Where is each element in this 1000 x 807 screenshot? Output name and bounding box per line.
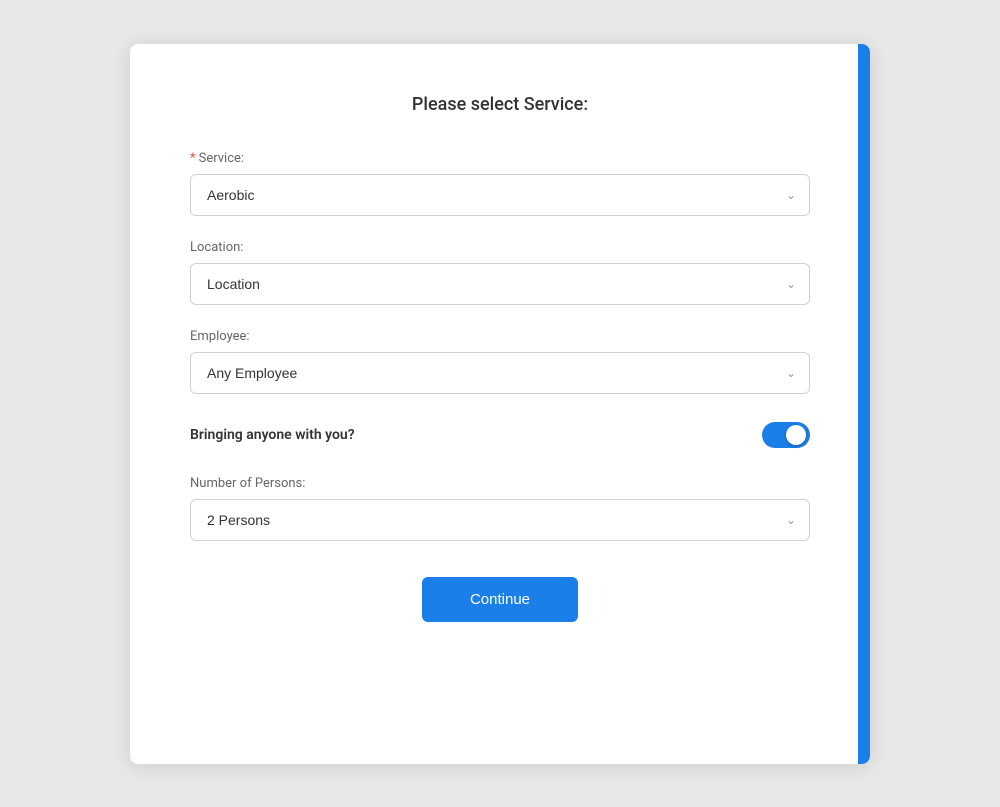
toggle-slider: [762, 422, 810, 448]
persons-select[interactable]: 1 Person2 Persons3 Persons4 Persons: [190, 499, 810, 541]
persons-label: Number of Persons:: [190, 476, 810, 491]
bringing-toggle-row: Bringing anyone with you?: [190, 418, 810, 452]
location-select[interactable]: LocationDowntownUptownMidtown: [190, 263, 810, 305]
page-title: Please select Service:: [190, 94, 810, 115]
page-wrapper: Please select Service: * Service: Aerobi…: [0, 0, 1000, 807]
bringing-toggle[interactable]: [762, 422, 810, 448]
card: Please select Service: * Service: Aerobi…: [130, 44, 870, 764]
employee-group: Employee: Any EmployeeJohn DoeJane Smith…: [190, 329, 810, 394]
continue-button[interactable]: Continue: [422, 577, 578, 622]
location-group: Location: LocationDowntownUptownMidtown …: [190, 240, 810, 305]
service-group: * Service: AerobicYogaPilatesCrossFit ⌄: [190, 151, 810, 216]
bringing-label: Bringing anyone with you?: [190, 427, 355, 443]
employee-label: Employee:: [190, 329, 810, 344]
location-label: Location:: [190, 240, 810, 255]
employee-select-wrapper: Any EmployeeJohn DoeJane Smith ⌄: [190, 352, 810, 394]
continue-btn-wrapper: Continue: [190, 577, 810, 622]
persons-group: Number of Persons: 1 Person2 Persons3 Pe…: [190, 476, 810, 541]
persons-select-wrapper: 1 Person2 Persons3 Persons4 Persons ⌄: [190, 499, 810, 541]
service-label: * Service:: [190, 151, 810, 166]
service-select[interactable]: AerobicYogaPilatesCrossFit: [190, 174, 810, 216]
required-star: *: [190, 151, 196, 166]
service-select-wrapper: AerobicYogaPilatesCrossFit ⌄: [190, 174, 810, 216]
employee-select[interactable]: Any EmployeeJohn DoeJane Smith: [190, 352, 810, 394]
location-select-wrapper: LocationDowntownUptownMidtown ⌄: [190, 263, 810, 305]
